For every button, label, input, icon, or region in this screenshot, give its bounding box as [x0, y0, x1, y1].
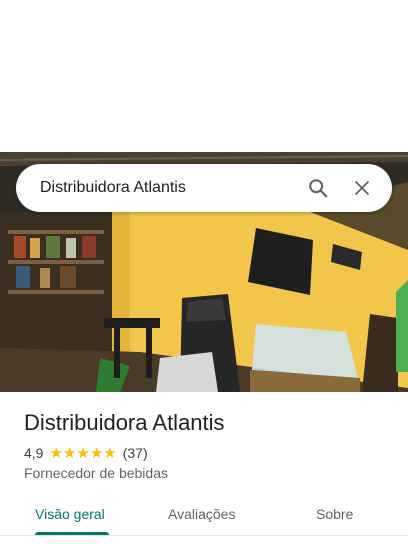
search-button[interactable]: [298, 168, 338, 208]
place-category: Fornecedor de bebidas: [24, 465, 168, 481]
star-rating: ★ ★ ★ ★ ★: [49, 443, 117, 462]
rating-row[interactable]: 4,9 ★ ★ ★ ★ ★ (37): [24, 444, 148, 462]
review-count[interactable]: (37): [123, 445, 148, 461]
tabs-divider: [0, 535, 408, 536]
star-icon: ★: [76, 443, 90, 462]
close-icon: [355, 181, 369, 195]
star-icon: ★: [103, 443, 117, 462]
star-icon: ★: [62, 443, 77, 462]
place-title: Distribuidora Atlantis: [24, 410, 225, 435]
map-blank-area: [0, 0, 408, 152]
place-tabs: Visão geral Avaliações Sobre: [0, 494, 408, 536]
rating-value: 4,9: [24, 445, 44, 461]
tab-about[interactable]: Sobre: [316, 506, 353, 522]
star-icon: ★: [49, 443, 63, 462]
tab-overview[interactable]: Visão geral: [35, 506, 105, 522]
search-input[interactable]: Distribuidora Atlantis: [40, 179, 298, 197]
tab-reviews[interactable]: Avaliações: [168, 506, 235, 522]
search-bar[interactable]: Distribuidora Atlantis: [16, 164, 392, 212]
close-button[interactable]: [342, 168, 382, 208]
star-icon: ★: [89, 443, 104, 462]
search-icon: [309, 179, 328, 198]
